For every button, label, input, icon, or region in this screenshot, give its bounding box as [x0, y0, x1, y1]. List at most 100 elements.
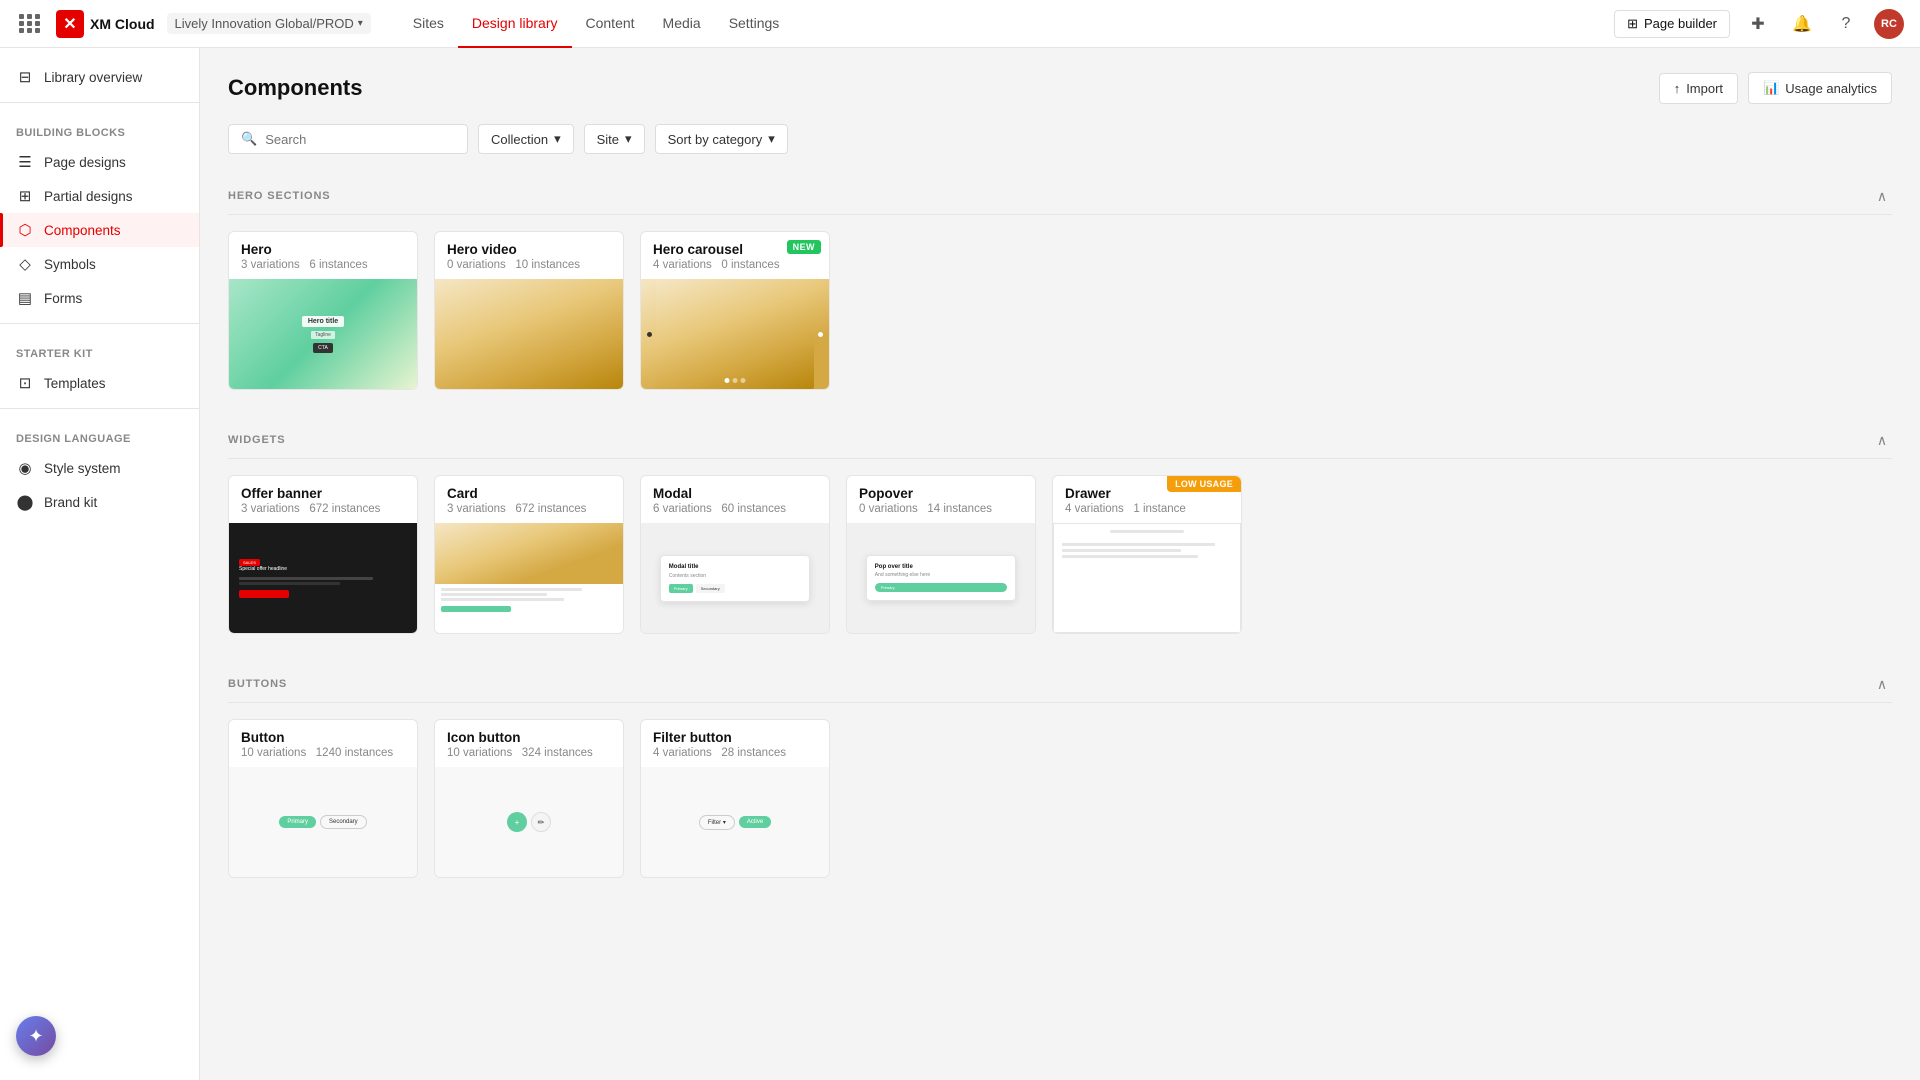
tenant-selector[interactable]: Lively Innovation Global/PROD ▾	[167, 13, 371, 34]
page-layout: ⊟ Library overview Building blocks ☰ Pag…	[0, 48, 1920, 1080]
topnav-right: ⊞ Page builder ✚ 🔔 ? RC	[1614, 8, 1904, 40]
card-meta: 6 variations 60 instances	[653, 503, 817, 515]
card-line-2	[441, 593, 547, 596]
buttons-header: BUTTONS ∧	[228, 666, 1892, 703]
widgets-collapse-button[interactable]: ∧	[1872, 430, 1892, 450]
card-info: Hero video 0 variations 10 instances	[435, 232, 623, 279]
card-preview-inner: Pop over title And something else here P…	[847, 523, 1035, 633]
fab-button[interactable]: ✦	[16, 1016, 56, 1056]
card-info: Card 3 variations 672 instances	[435, 476, 623, 523]
card-line-3	[441, 598, 564, 601]
filter-bar: 🔍 Collection ▾ Site ▾ Sort by category ▾	[228, 124, 1892, 154]
card-preview	[435, 523, 623, 633]
card-preview-inner: Filter ▾ Active	[641, 767, 829, 877]
card-info: Popover 0 variations 14 instances	[847, 476, 1035, 523]
component-card-drawer[interactable]: LOW USAGE Drawer 4 variations 1 instance	[1052, 475, 1242, 634]
component-card-hero[interactable]: Hero 3 variations 6 instances Hero title…	[228, 231, 418, 390]
popover-title: Pop over title	[875, 564, 1007, 570]
sidebar-item-label: Brand kit	[44, 495, 97, 510]
site-filter-label: Site	[597, 132, 619, 147]
buttons-collapse-button[interactable]: ∧	[1872, 674, 1892, 694]
fab-icon: ✦	[28, 1026, 43, 1047]
component-card-popover[interactable]: Popover 0 variations 14 instances Pop ov…	[846, 475, 1036, 634]
page-builder-button[interactable]: ⊞ Page builder	[1614, 10, 1730, 38]
card-preview: SALES Special offer headline	[229, 523, 417, 633]
card-name: Button	[241, 730, 405, 745]
buttons-title: BUTTONS	[228, 678, 287, 690]
offer-bar	[239, 577, 373, 580]
buttons-grid: Button 10 variations 1240 instances Prim…	[228, 719, 1892, 878]
sidebar-item-partial-designs[interactable]: ⊞ Partial designs	[0, 179, 199, 213]
bell-icon-button[interactable]: 🔔	[1786, 8, 1818, 40]
icon-btn-sample-1: +	[507, 812, 527, 832]
sidebar-item-forms[interactable]: ▤ Forms	[0, 281, 199, 315]
nav-item-design-library[interactable]: Design library	[458, 0, 572, 48]
dot-2	[733, 378, 738, 383]
nav-item-sites[interactable]: Sites	[399, 0, 458, 48]
main-navigation: Sites Design library Content Media Setti…	[399, 0, 794, 48]
sort-filter[interactable]: Sort by category ▾	[655, 124, 788, 154]
sidebar-divider-3	[0, 408, 199, 409]
card-preview	[435, 279, 623, 389]
widgets-header: WIDGETS ∧	[228, 422, 1892, 459]
search-input[interactable]	[265, 132, 455, 147]
hero-title-text: Hero title	[302, 316, 344, 327]
search-bar[interactable]: 🔍	[228, 124, 468, 154]
popover-preview: Pop over title And something else here P…	[866, 555, 1016, 601]
search-icon: 🔍	[241, 131, 257, 147]
card-preview-inner: Modal title Contents section Primary Sec…	[641, 523, 829, 633]
sidebar-item-style-system[interactable]: ◉ Style system	[0, 451, 199, 485]
drawer-line-2	[1062, 549, 1181, 552]
card-meta: 3 variations 6 instances	[241, 259, 405, 271]
user-avatar[interactable]: RC	[1874, 9, 1904, 39]
btn-card-preview: Primary Secondary	[229, 767, 417, 877]
carousel-next-dot	[818, 332, 823, 337]
usage-analytics-button[interactable]: 📊 Usage analytics	[1748, 72, 1892, 104]
sidebar-item-brand-kit[interactable]: ⬤ Brand kit	[0, 485, 199, 519]
buttons-section: BUTTONS ∧ Button 10 variations 1240 inst…	[228, 666, 1892, 878]
card-info: Button 10 variations 1240 instances	[229, 720, 417, 767]
apps-menu-button[interactable]	[16, 10, 44, 38]
plus-icon-button[interactable]: ✚	[1742, 8, 1774, 40]
component-card-offer-banner[interactable]: Offer banner 3 variations 672 instances …	[228, 475, 418, 634]
component-card-modal[interactable]: Modal 6 variations 60 instances Modal ti…	[640, 475, 830, 634]
filter-btn-sample-1: Filter ▾	[699, 815, 735, 830]
site-chevron-icon: ▾	[625, 131, 632, 147]
btn-primary-sample: Primary	[279, 816, 316, 828]
site-filter[interactable]: Site ▾	[584, 124, 645, 154]
nav-item-content[interactable]: Content	[572, 0, 649, 48]
import-button[interactable]: ↑ Import	[1659, 73, 1738, 104]
component-card-hero-video[interactable]: Hero video 0 variations 10 instances	[434, 231, 624, 390]
component-card-icon-button[interactable]: Icon button 10 variations 324 instances …	[434, 719, 624, 878]
sidebar-item-components[interactable]: ⬡ Components	[0, 213, 199, 247]
component-card-card[interactable]: Card 3 variations 672 instances	[434, 475, 624, 634]
card-info: Hero 3 variations 6 instances	[229, 232, 417, 279]
modal-title: Modal title	[669, 564, 801, 570]
sort-filter-label: Sort by category	[668, 132, 763, 147]
sidebar-item-symbols[interactable]: ◇ Symbols	[0, 247, 199, 281]
modal-preview: Modal title Contents section Primary Sec…	[660, 555, 810, 602]
nav-item-media[interactable]: Media	[649, 0, 715, 48]
nav-item-settings[interactable]: Settings	[715, 0, 794, 48]
card-preview-body	[435, 584, 623, 616]
card-meta: 4 variations 1 instance	[1065, 503, 1229, 515]
collection-filter[interactable]: Collection ▾	[478, 124, 574, 154]
tenant-name: Lively Innovation Global/PROD	[175, 16, 354, 31]
sidebar-item-page-designs[interactable]: ☰ Page designs	[0, 145, 199, 179]
component-card-hero-carousel[interactable]: NEW Hero carousel 4 variations 0 instanc…	[640, 231, 830, 390]
card-info: Modal 6 variations 60 instances	[641, 476, 829, 523]
style-system-icon: ◉	[16, 459, 34, 477]
component-card-button[interactable]: Button 10 variations 1240 instances Prim…	[228, 719, 418, 878]
sidebar-divider-1	[0, 102, 199, 103]
carousel-main-img	[656, 279, 814, 389]
card-name: Popover	[859, 486, 1023, 501]
xm-logo-icon: ✕	[56, 10, 84, 38]
sidebar-item-templates[interactable]: ⊡ Templates	[0, 366, 199, 400]
card-comp-preview	[435, 523, 623, 633]
sidebar-item-library-overview[interactable]: ⊟ Library overview	[0, 60, 199, 94]
drawer-handle	[1110, 530, 1184, 533]
help-icon-button[interactable]: ?	[1830, 8, 1862, 40]
component-card-filter-button[interactable]: Filter button 4 variations 28 instances …	[640, 719, 830, 878]
hero-sections-collapse-button[interactable]: ∧	[1872, 186, 1892, 206]
brand-name: XM Cloud	[90, 16, 155, 32]
